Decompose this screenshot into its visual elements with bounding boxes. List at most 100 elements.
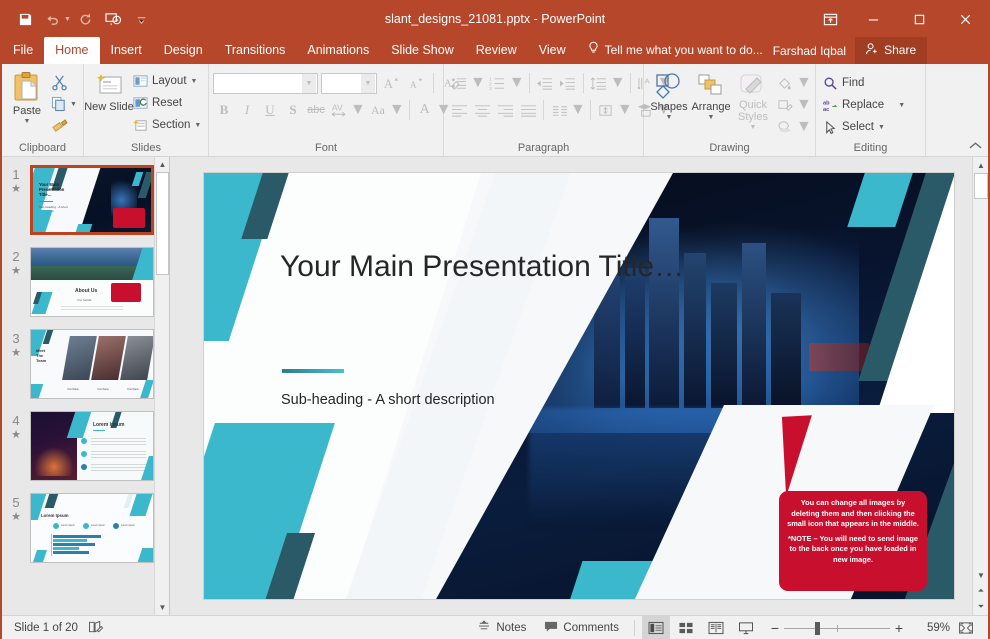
current-slide[interactable]: Your Main Presentation Title… Sub-headin… bbox=[203, 172, 955, 600]
undo-button[interactable] bbox=[40, 6, 66, 32]
canvas-scrollbar-thumb[interactable] bbox=[974, 173, 988, 199]
start-presentation-button[interactable] bbox=[101, 6, 127, 32]
tab-transitions[interactable]: Transitions bbox=[214, 37, 297, 64]
cut-button[interactable] bbox=[48, 71, 70, 93]
select-button[interactable]: Select ▼ bbox=[820, 116, 888, 138]
notes-button[interactable]: Notes bbox=[469, 616, 534, 639]
section-dropdown-icon[interactable]: ▼ bbox=[194, 122, 201, 129]
layout-dropdown-icon[interactable]: ▼ bbox=[191, 78, 198, 85]
thumbnail-image[interactable]: Your Main Presentation Title… Sub-heading … bbox=[30, 165, 154, 235]
tell-me-search[interactable]: Tell me what you want to do... bbox=[587, 41, 763, 64]
comments-button[interactable]: Comments bbox=[536, 616, 627, 639]
justify-button[interactable] bbox=[517, 99, 539, 121]
share-button[interactable]: Share bbox=[855, 37, 928, 64]
line-spacing-button[interactable]: ▼ bbox=[588, 72, 626, 94]
numbering-button[interactable]: 123 ▼ bbox=[487, 72, 524, 94]
bold-button[interactable]: B bbox=[213, 99, 235, 121]
slide-sorter-view-button[interactable] bbox=[672, 616, 700, 639]
align-center-button[interactable] bbox=[471, 99, 493, 121]
thumbnail-pane-scrollbar[interactable]: ▲ ▼ bbox=[154, 157, 169, 615]
strikethrough-button[interactable]: abc bbox=[305, 99, 327, 121]
save-button[interactable] bbox=[12, 6, 38, 32]
thumbnail-image[interactable]: Lorem Ipsum Lorem ipsum Lorem ipsum Lore… bbox=[30, 493, 154, 563]
paste-button[interactable]: Paste ▼ bbox=[6, 67, 48, 125]
text-shadow-button[interactable]: S bbox=[282, 99, 304, 121]
layout-button[interactable]: Layout ▼ bbox=[130, 70, 204, 92]
shapes-dropdown-icon[interactable]: ▼ bbox=[666, 114, 673, 121]
next-slide-button[interactable]: ⏷ bbox=[973, 599, 989, 615]
tab-design[interactable]: Design bbox=[153, 37, 214, 64]
shape-outline-button[interactable]: ▼ bbox=[774, 94, 812, 116]
arrange-dropdown-icon[interactable]: ▼ bbox=[708, 114, 715, 121]
bullets-button[interactable]: ▼ bbox=[448, 72, 486, 94]
format-painter-button[interactable] bbox=[48, 115, 70, 137]
zoom-out-button[interactable]: − bbox=[766, 621, 784, 635]
canvas-scroll-down-button[interactable]: ▼ bbox=[973, 567, 989, 583]
proofing-icon[interactable] bbox=[88, 620, 104, 637]
font-name-combo[interactable]: ▼ bbox=[213, 72, 318, 94]
shape-fill-button[interactable]: ▼ bbox=[774, 72, 812, 94]
thumbnail-scroll-up-button[interactable]: ▲ bbox=[155, 157, 169, 172]
previous-slide-button[interactable]: ⏶ bbox=[973, 583, 989, 599]
thumbnail-slide-3[interactable]: 3 ★ Meet The Team Your Name Your Name Your bbox=[2, 329, 169, 399]
zoom-track[interactable] bbox=[784, 621, 890, 635]
increase-indent-button[interactable] bbox=[557, 72, 579, 94]
thumbnail-scroll-down-button[interactable]: ▼ bbox=[155, 600, 169, 615]
thumbnail-slide-2[interactable]: 2 ★ About Us Your Subtitle bbox=[2, 247, 169, 317]
section-button[interactable]: Section ▼ bbox=[130, 114, 204, 136]
redo-button[interactable] bbox=[73, 6, 99, 32]
thumbnail-image[interactable]: Lorem Ipsum bbox=[30, 411, 154, 481]
tab-home[interactable]: Home bbox=[44, 37, 100, 64]
change-case-button[interactable]: Aa ▼ bbox=[367, 99, 405, 121]
image-instructions-callout[interactable]: You can change all images by deleting th… bbox=[779, 491, 927, 591]
select-dropdown-icon[interactable]: ▼ bbox=[878, 124, 885, 131]
customize-quick-access-toolbar-button[interactable] bbox=[129, 6, 155, 32]
align-left-button[interactable] bbox=[448, 99, 470, 121]
thumbnail-image[interactable]: Meet The Team Your Name Your Name Your Nam… bbox=[30, 329, 154, 399]
slide-show-button[interactable] bbox=[732, 616, 760, 639]
underline-button[interactable]: U bbox=[259, 99, 281, 121]
tab-file[interactable]: File bbox=[2, 37, 44, 64]
undo-dropdown-icon[interactable]: ▼ bbox=[64, 16, 71, 23]
user-account-name[interactable]: Farshad Iqbal bbox=[773, 44, 846, 64]
minimize-icon[interactable] bbox=[850, 2, 896, 36]
fit-slide-to-window-button[interactable] bbox=[952, 616, 980, 639]
collapse-ribbon-button[interactable] bbox=[969, 141, 982, 154]
decrease-font-size-button[interactable]: A bbox=[405, 72, 427, 94]
align-text-button[interactable]: ▼ bbox=[595, 99, 633, 121]
shape-effects-button[interactable]: ▼ bbox=[774, 116, 812, 138]
maximize-icon[interactable] bbox=[896, 2, 942, 36]
thumbnail-slide-1[interactable]: 1 ★ Your Main Presentation Title… Sub-head… bbox=[2, 165, 169, 235]
canvas-scroll-up-button[interactable]: ▲ bbox=[973, 157, 989, 173]
italic-button[interactable]: I bbox=[236, 99, 258, 121]
slide-subheading-text[interactable]: Sub-heading - A short description bbox=[281, 391, 496, 411]
align-right-button[interactable] bbox=[494, 99, 516, 121]
tab-insert[interactable]: Insert bbox=[100, 37, 153, 64]
copy-dropdown-icon[interactable]: ▼ bbox=[70, 101, 77, 108]
increase-font-size-button[interactable]: A bbox=[380, 72, 402, 94]
zoom-slider[interactable]: − + bbox=[766, 621, 908, 635]
tab-view[interactable]: View bbox=[528, 37, 577, 64]
shapes-button[interactable]: Shapes ▼ bbox=[648, 71, 690, 121]
replace-button[interactable]: ab ac Replace ▼ bbox=[820, 94, 908, 116]
normal-view-button[interactable] bbox=[642, 616, 670, 639]
paste-dropdown-icon[interactable]: ▼ bbox=[24, 118, 31, 125]
reset-button[interactable]: Reset bbox=[130, 92, 204, 114]
replace-dropdown-icon[interactable]: ▼ bbox=[898, 102, 905, 109]
thumbnail-scrollbar-thumb[interactable] bbox=[156, 172, 169, 275]
zoom-in-button[interactable]: + bbox=[890, 621, 908, 635]
character-spacing-button[interactable]: AV ▼ bbox=[328, 99, 366, 121]
new-slide-button[interactable]: New Slide bbox=[84, 67, 134, 113]
font-size-combo[interactable]: ▼ bbox=[321, 72, 377, 94]
thumbnail-slide-5[interactable]: 5 ★ Lorem Ipsum Lorem ipsum Lorem ipsum bbox=[2, 493, 169, 563]
reading-view-button[interactable] bbox=[702, 616, 730, 639]
zoom-handle[interactable] bbox=[815, 621, 820, 635]
quick-styles-button[interactable]: Quick Styles ▼ bbox=[732, 71, 774, 131]
canvas-scrollbar[interactable]: ▲ ▼ ⏶ ⏷ bbox=[972, 157, 988, 615]
thumbnail-slide-4[interactable]: 4 ★ Lorem Ipsum bbox=[2, 411, 169, 481]
columns-button[interactable]: ▼ bbox=[548, 99, 586, 121]
tab-animations[interactable]: Animations bbox=[296, 37, 380, 64]
decrease-indent-button[interactable] bbox=[534, 72, 556, 94]
find-button[interactable]: Find bbox=[820, 72, 867, 94]
quick-styles-dropdown-icon[interactable]: ▼ bbox=[750, 124, 757, 131]
